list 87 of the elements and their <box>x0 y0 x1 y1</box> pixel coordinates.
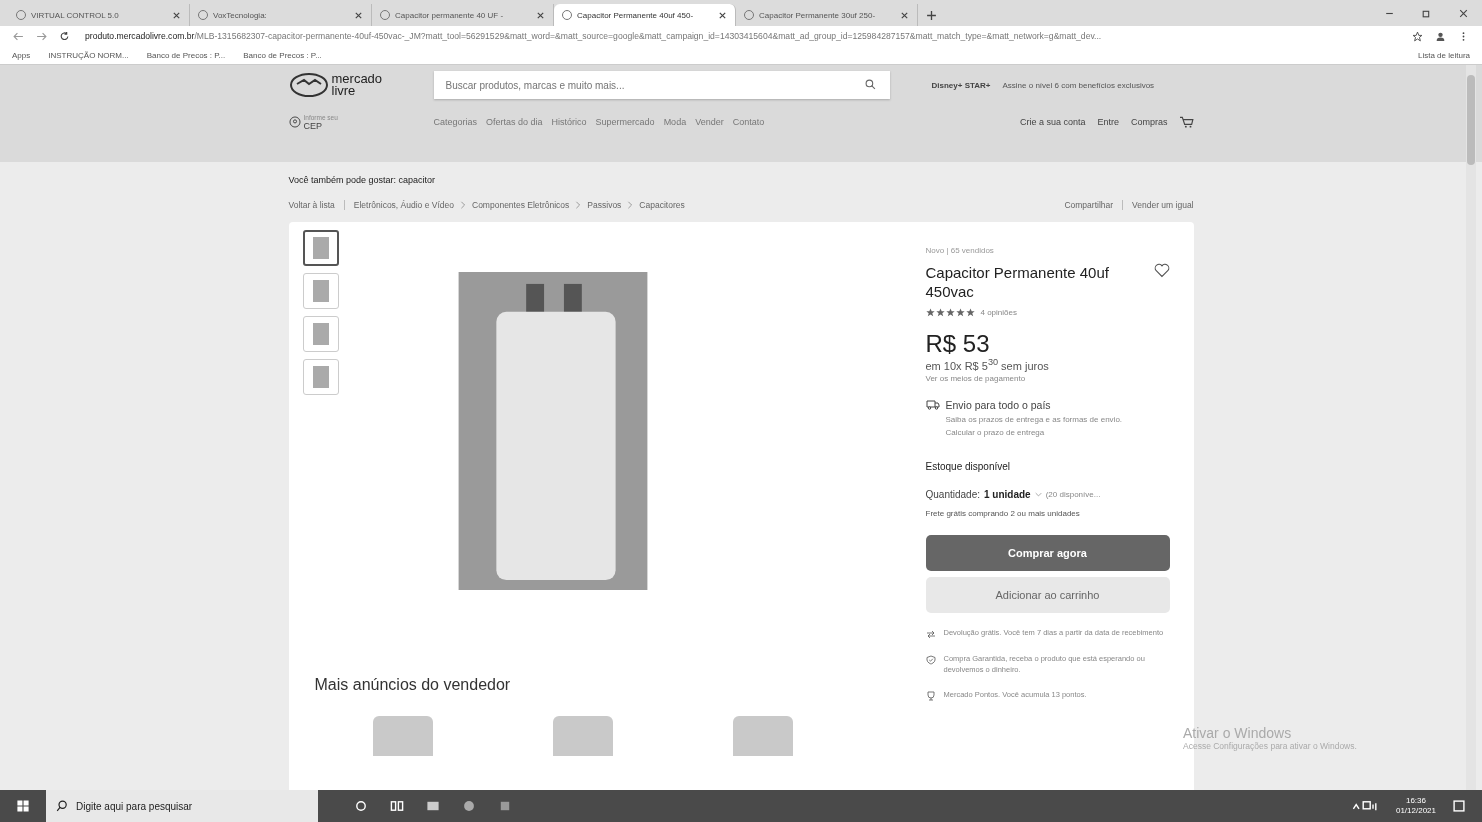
close-icon[interactable] <box>718 10 727 20</box>
nav-link[interactable]: Ofertas do dia <box>486 117 543 127</box>
system-tray-icon[interactable] <box>1351 799 1380 813</box>
price: R$ 53 <box>925 331 991 357</box>
quantity-selector[interactable]: 1 unidade <box>984 488 1031 500</box>
new-tab-icon[interactable] <box>926 10 937 21</box>
search-icon[interactable] <box>864 79 876 90</box>
truck-icon <box>925 398 940 411</box>
star-icon <box>925 308 935 317</box>
shield-check-icon <box>925 654 936 665</box>
section-heading: Mais anúncios do vendedor <box>314 676 512 694</box>
chevron-icon <box>460 201 466 209</box>
close-icon[interactable] <box>536 10 545 20</box>
task-view-icon[interactable] <box>390 799 404 813</box>
trophy-icon <box>925 690 936 701</box>
nav-link[interactable]: Vender <box>695 117 724 127</box>
return-arrow-icon <box>925 628 936 639</box>
available-text: (20 disponíve... <box>1045 488 1101 501</box>
bookmark[interactable]: Banco de Precos : P... <box>243 50 322 60</box>
forward-arrow-icon[interactable] <box>36 30 47 42</box>
scrollbar[interactable] <box>1466 65 1476 790</box>
star-icon[interactable] <box>1412 30 1423 42</box>
thumbnail[interactable] <box>302 230 339 266</box>
nav-link[interactable]: Supermercado <box>595 117 655 127</box>
suggestion-text: Você também pode gostar: capacitor <box>288 175 437 185</box>
clock[interactable]: 16:36 01/12/2021 <box>1395 796 1436 816</box>
search-icon <box>56 800 68 812</box>
browser-tab[interactable]: Capacitor Permanente 40uf 450- <box>554 4 736 26</box>
circle-icon[interactable] <box>354 799 368 813</box>
shipping-title: Envio para todo o país <box>945 398 1052 411</box>
restore-icon[interactable] <box>1421 8 1432 19</box>
star-icon <box>935 308 945 317</box>
shipping-link[interactable]: Calcular o prazo de entrega <box>945 425 1123 439</box>
shipping-text: Saiba os prazos de entrega e as formas de envio. <box>945 413 1123 426</box>
logo-text: mercado livre <box>331 73 383 97</box>
quantity-label: Quantidade: <box>925 488 980 500</box>
buy-now-button[interactable]: Comprar agora <box>925 534 1170 571</box>
reading-list[interactable]: Lista de leitura <box>1417 50 1470 60</box>
reload-icon[interactable] <box>59 30 70 42</box>
taskbar-search-field[interactable]: Digite aqui para pesquisar <box>46 790 318 822</box>
stock-text: Estoque disponível <box>925 460 1011 472</box>
back-link[interactable]: Voltar à lista <box>288 200 335 210</box>
chevron-icon <box>575 201 582 209</box>
activation-title: Ativar o Windows <box>1183 725 1293 741</box>
profile-icon[interactable] <box>1435 30 1446 42</box>
breadcrumb-link[interactable]: Capacitores <box>639 200 685 210</box>
bookmark[interactable]: INSTRUÇÃO NORM... <box>48 50 129 60</box>
breadcrumb-link[interactable]: Componentes Eletrônicos <box>472 200 570 210</box>
notification-icon[interactable] <box>1452 799 1466 813</box>
search-field[interactable]: Buscar produtos, marcas e muito mais... <box>433 71 890 99</box>
promo-logo: Disney+ STAR+ <box>931 80 991 90</box>
nav-link[interactable]: Categorias <box>433 117 478 127</box>
account-link[interactable]: Entre <box>1097 117 1119 127</box>
location-pin-icon[interactable] <box>288 116 301 128</box>
breadcrumb-link[interactable]: Eletrônicos, Áudio e Vídeo <box>353 200 454 210</box>
chevron-icon <box>627 201 634 209</box>
account-link[interactable]: Crie a sua conta <box>1019 117 1086 127</box>
add-to-cart-button[interactable]: Adicionar ao carrinho <box>925 576 1170 613</box>
star-icon <box>945 308 955 317</box>
installments-text: em 10x R$ 5$^{30}$ sem juros <box>925 357 1050 372</box>
product-title: Capacitor Permanente 40uf 450vac <box>925 263 1110 301</box>
scrollbar-thumb[interactable] <box>1467 75 1475 165</box>
bookmark[interactable]: Apps <box>12 50 31 60</box>
windows-start-icon[interactable] <box>16 799 30 813</box>
sell-link[interactable]: Vender um igual <box>1132 200 1194 210</box>
handshake-logo-icon <box>288 72 329 98</box>
star-icon <box>965 308 975 317</box>
close-icon[interactable] <box>354 10 363 20</box>
bookmark[interactable]: Banco de Precos : P... <box>146 50 226 60</box>
nav-link[interactable]: Moda <box>663 117 687 127</box>
nav-link[interactable]: Histórico <box>551 117 587 127</box>
payment-link[interactable]: Ver os meios de pagamento <box>925 371 1170 385</box>
free-shipping-text: Frete grátis comprando 2 ou mais unidades <box>925 508 1081 518</box>
star-icon <box>955 308 965 317</box>
close-icon[interactable] <box>172 10 181 20</box>
close-icon[interactable] <box>900 10 909 20</box>
promo-text: Assine o nível 6 com benefícios exclusivos <box>1002 80 1155 90</box>
condition-text: Novo | 65 vendidos <box>925 246 995 255</box>
nav-link[interactable]: Contato <box>732 117 765 127</box>
back-arrow-icon[interactable] <box>13 30 24 42</box>
heart-icon[interactable] <box>1153 263 1170 278</box>
cart-icon[interactable] <box>1179 116 1194 128</box>
share-link[interactable]: Compartilhar <box>1064 200 1114 210</box>
reviews-count[interactable]: 4 opiniões <box>980 306 1017 319</box>
breadcrumb-link[interactable]: Passivos <box>587 200 622 210</box>
close-icon[interactable] <box>1458 8 1469 19</box>
account-link[interactable]: Compras <box>1131 117 1168 127</box>
